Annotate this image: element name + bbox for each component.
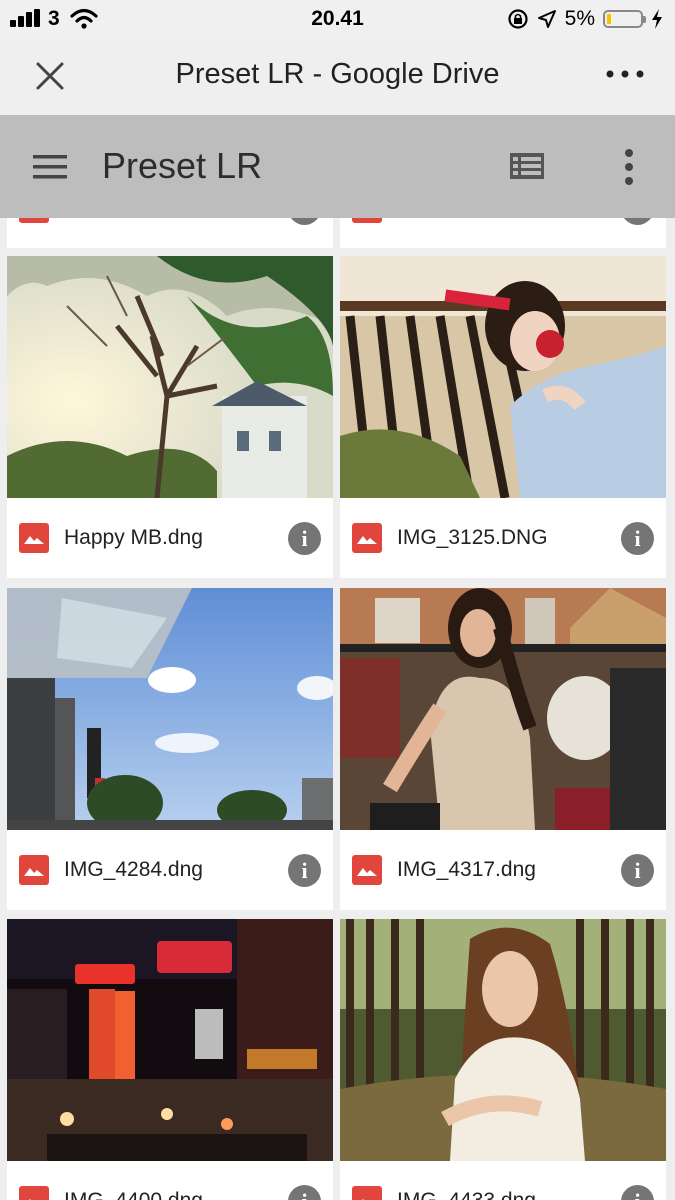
file-footer: Happy MB.dng i (7, 498, 333, 578)
status-bar: 3 20.41 5% (0, 0, 675, 38)
image-file-icon (19, 855, 49, 885)
file-card-partial[interactable]: i (7, 218, 333, 248)
file-card-partial[interactable]: i (340, 218, 666, 248)
file-card[interactable]: Happy MB.dng i (7, 256, 333, 578)
image-file-icon (352, 523, 382, 553)
info-icon[interactable]: i (288, 218, 321, 225)
page-title: Preset LR - Google Drive (175, 58, 500, 90)
file-footer: IMG_4433.dng i (340, 1161, 666, 1200)
file-thumbnail (340, 588, 666, 830)
file-footer: IMG_4317.dng i (340, 830, 666, 910)
charging-icon (652, 9, 662, 29)
info-icon[interactable]: i (621, 1185, 654, 1200)
folder-title: Preset LR (102, 145, 263, 186)
file-card[interactable]: IMG_4317.dng i (340, 588, 666, 910)
info-icon[interactable]: i (288, 522, 321, 555)
battery-icon (603, 10, 646, 28)
more-vertical-icon[interactable] (623, 147, 635, 187)
file-thumbnail (340, 919, 666, 1161)
more-horizontal-icon[interactable] (605, 64, 645, 84)
info-icon[interactable]: i (288, 854, 321, 887)
image-file-icon (352, 1186, 382, 1200)
orientation-lock-icon (508, 9, 528, 29)
battery-percent: 5% (564, 7, 595, 30)
file-name: IMG_3125.DNG (397, 526, 548, 549)
file-card[interactable]: IMG_4284.dng i (7, 588, 333, 910)
file-name: IMG_4400.dng (64, 1189, 203, 1200)
image-file-icon (19, 218, 49, 223)
file-name: Happy MB.dng (64, 526, 203, 549)
info-icon[interactable]: i (621, 854, 654, 887)
image-file-icon (352, 218, 382, 223)
file-card[interactable]: IMG_3125.DNG i (340, 256, 666, 578)
file-footer: IMG_4284.dng i (7, 830, 333, 910)
file-thumbnail (7, 588, 333, 830)
image-file-icon (19, 1186, 49, 1200)
file-grid: i i Happy MB.dng i (0, 218, 675, 1200)
list-view-icon[interactable] (509, 151, 545, 181)
info-icon[interactable]: i (621, 522, 654, 555)
browser-title-bar: Preset LR - Google Drive (0, 38, 675, 115)
file-thumbnail (7, 256, 333, 498)
file-footer: IMG_3125.DNG i (340, 498, 666, 578)
info-icon[interactable]: i (621, 218, 654, 225)
image-file-icon (19, 523, 49, 553)
info-icon[interactable]: i (288, 1185, 321, 1200)
file-footer: IMG_4400.dng i (7, 1161, 333, 1200)
file-name: IMG_4284.dng (64, 858, 203, 881)
hamburger-menu-icon[interactable] (30, 151, 70, 183)
file-thumbnail (340, 256, 666, 498)
file-card[interactable]: IMG_4400.dng i (7, 919, 333, 1200)
location-icon (537, 10, 556, 28)
image-file-icon (352, 855, 382, 885)
file-thumbnail (7, 919, 333, 1161)
file-name: IMG_4317.dng (397, 858, 536, 881)
file-name: IMG_4433.dng (397, 1189, 536, 1200)
drive-app-bar: Preset LR (0, 115, 675, 218)
file-card[interactable]: IMG_4433.dng i (340, 919, 666, 1200)
